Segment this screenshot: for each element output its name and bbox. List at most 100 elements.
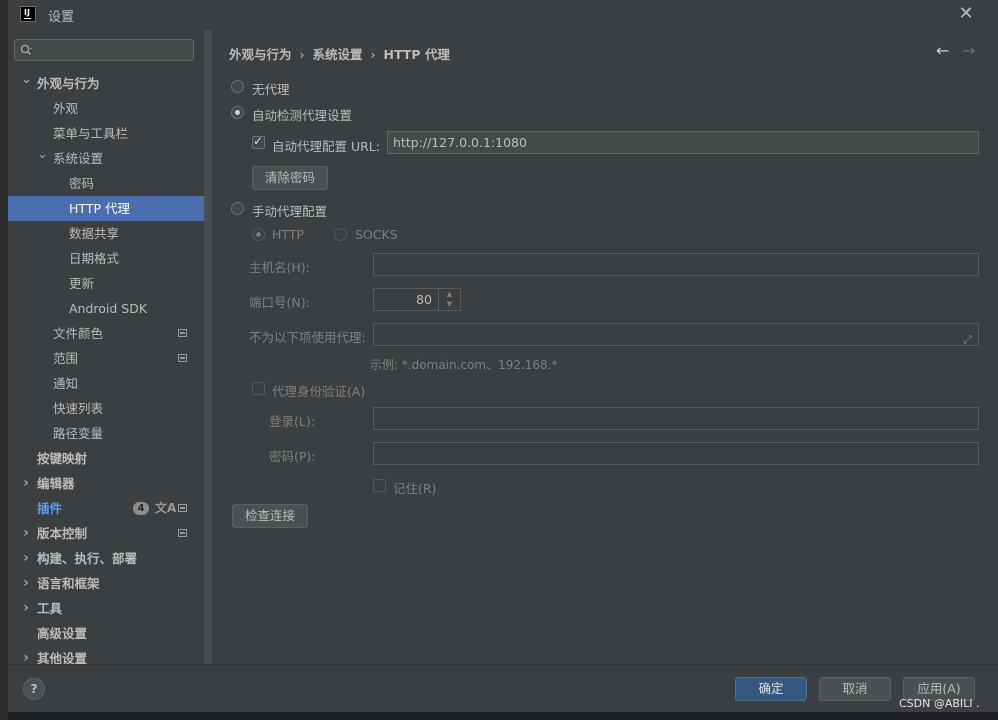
sidebar-item-label: 版本控制 [37, 526, 88, 541]
breadcrumb-item[interactable]: 系统设置 [313, 47, 363, 62]
forward-arrow-icon[interactable]: → [962, 41, 975, 60]
auto-config-url-label[interactable]: 自动代理配置 URL: [272, 136, 380, 155]
sidebar-item-label: 外观 [53, 101, 79, 116]
sidebar-item[interactable]: 按键映射 [8, 446, 204, 471]
no-proxy-for-label: 不为以下项使用代理: [249, 330, 366, 345]
expand-icon[interactable]: ⤢ [963, 329, 972, 350]
sidebar-item[interactable]: 通知 [8, 371, 204, 396]
password-field[interactable] [373, 442, 979, 465]
sidebar-item[interactable]: ⌄ 系统设置 [8, 146, 204, 171]
socks-label[interactable]: SOCKS [355, 227, 398, 242]
breadcrumb-current: HTTP 代理 [383, 47, 450, 62]
window-title: 设置 [48, 10, 75, 25]
sidebar-item-label: 菜单与工具栏 [53, 126, 129, 141]
dialog-footer: ? 确定 取消 应用(A) [8, 664, 998, 712]
chevron-right-icon[interactable]: › [21, 571, 31, 596]
settings-dialog: IJ 设置 ✕ ⌄ 外观与行为 外观 菜单与工具栏 ⌄ 系统设置 密码 HTTP 代理 数据共享… [8, 0, 998, 712]
auto-config-url-checkbox[interactable] [252, 134, 265, 149]
http-proxy-panel: 外观与行为 › 系统设置 › HTTP 代理 ← → 无代理 自动检测代理设置 自动代理… [212, 30, 998, 664]
sidebar-item[interactable]: 更新 [8, 271, 204, 296]
cancel-button[interactable]: 取消 [819, 677, 891, 701]
sidebar-item-label: 构建、执行、部署 [37, 551, 138, 566]
intellij-logo-icon: IJ [20, 6, 36, 22]
sidebar-item[interactable]: HTTP 代理 [8, 196, 204, 221]
remember-checkbox[interactable] [373, 479, 386, 492]
close-icon[interactable]: ✕ [956, 3, 976, 25]
chevron-right-icon[interactable]: › [21, 471, 31, 496]
chevron-right-icon[interactable]: › [21, 596, 31, 621]
sidebar-item[interactable]: 文件颜色 [8, 321, 204, 346]
title-bar: IJ 设置 ✕ [8, 0, 998, 30]
breadcrumb: 外观与行为 › 系统设置 › HTTP 代理 [229, 44, 450, 63]
sidebar-item[interactable]: 日期格式 [8, 246, 204, 271]
app-logo-text: IJ [24, 8, 30, 17]
socks-radio[interactable] [334, 228, 347, 241]
manual-proxy-radio[interactable] [231, 202, 244, 215]
search-icon [20, 44, 32, 55]
settings-sidebar: ⌄ 外观与行为外观菜单与工具栏 ⌄ 系统设置 密码 HTTP 代理数据共享日期格式更新 An… [8, 30, 204, 666]
sidebar-item-label: HTTP 代理 [69, 201, 130, 216]
chevron-down-icon[interactable]: ⌄ [37, 142, 48, 167]
sidebar-item[interactable]: 范围 [8, 346, 204, 371]
sidebar-item-label: 编辑器 [37, 476, 75, 491]
clear-passwords-button[interactable]: 清除密码 [252, 166, 328, 190]
auto-config-url-field[interactable]: http://127.0.0.1:1080 [387, 131, 979, 154]
sidebar-item-label: 语言和框架 [37, 576, 100, 591]
watermark: CSDN @ABILI . [899, 697, 980, 710]
breadcrumb-separator: › [299, 47, 305, 62]
check-connection-button[interactable]: 检查连接 [232, 504, 308, 528]
sidebar-item[interactable]: 密码 [8, 171, 204, 196]
sidebar-scrollbar[interactable] [204, 30, 212, 664]
help-icon[interactable]: ? [23, 678, 45, 700]
sidebar-item-label: 路径变量 [53, 426, 104, 441]
chevron-right-icon[interactable]: › [21, 546, 31, 571]
sidebar-item-label: 文件颜色 [53, 326, 104, 341]
sidebar-item-label: 插件 [37, 501, 63, 516]
breadcrumb-item[interactable]: 外观与行为 [229, 47, 292, 62]
sidebar-item[interactable]: 插件 4 文A [8, 496, 204, 521]
sidebar-item[interactable]: 数据共享 [8, 221, 204, 246]
sidebar-item[interactable]: ⌄ 外观与行为 [8, 71, 204, 96]
remember-label[interactable]: 记住(R) [393, 478, 436, 497]
sidebar-item-label: 高级设置 [37, 626, 88, 641]
sidebar-item[interactable]: 快速列表 [8, 396, 204, 421]
login-field[interactable] [373, 407, 979, 430]
host-field[interactable] [373, 253, 979, 276]
sidebar-item[interactable]: 高级设置 [8, 621, 204, 646]
project-scope-icon [178, 529, 187, 537]
sidebar-item[interactable]: › 语言和框架 [8, 571, 204, 596]
proxy-auth-label[interactable]: 代理身份验证(A) [272, 381, 365, 400]
sidebar-item[interactable]: › 版本控制 [8, 521, 204, 546]
password-label: 密码(P): [269, 449, 316, 464]
example-hint: 示例: *.domain.com、192.168.* [370, 358, 558, 372]
breadcrumb-separator: › [370, 47, 376, 62]
sidebar-item[interactable]: Android SDK [8, 296, 204, 321]
auto-detect-radio[interactable] [231, 106, 244, 119]
search-input[interactable] [14, 39, 194, 61]
no-proxy-radio[interactable] [231, 80, 244, 93]
chevron-right-icon[interactable]: › [21, 521, 31, 546]
http-radio[interactable] [252, 228, 265, 241]
sidebar-item-label: 按键映射 [37, 451, 88, 466]
sidebar-item[interactable]: 路径变量 [8, 421, 204, 446]
port-stepper[interactable]: ▲ ▼ [438, 288, 460, 311]
sidebar-item[interactable]: › 工具 [8, 596, 204, 621]
chevron-down-icon[interactable]: ⌄ [21, 67, 32, 92]
auto-detect-label[interactable]: 自动检测代理设置 [252, 105, 352, 124]
update-count-badge: 4 [133, 502, 149, 515]
login-label: 登录(L): [269, 414, 315, 429]
proxy-auth-checkbox[interactable] [252, 382, 265, 395]
ok-button[interactable]: 确定 [735, 677, 807, 701]
background-editor-edge [0, 0, 8, 720]
sidebar-item[interactable]: › 构建、执行、部署 [8, 546, 204, 571]
back-arrow-icon[interactable]: ← [936, 41, 949, 60]
translate-icon: 文A [155, 501, 177, 515]
sidebar-item[interactable]: 外观 [8, 96, 204, 121]
sidebar-item-label: 日期格式 [69, 251, 120, 266]
no-proxy-for-field[interactable]: ⤢ [373, 323, 979, 346]
sidebar-item[interactable]: › 编辑器 [8, 471, 204, 496]
no-proxy-label[interactable]: 无代理 [252, 79, 290, 98]
http-label[interactable]: HTTP [272, 227, 304, 242]
sidebar-item-label: 快速列表 [53, 401, 104, 416]
manual-proxy-label[interactable]: 手动代理配置 [252, 201, 327, 220]
